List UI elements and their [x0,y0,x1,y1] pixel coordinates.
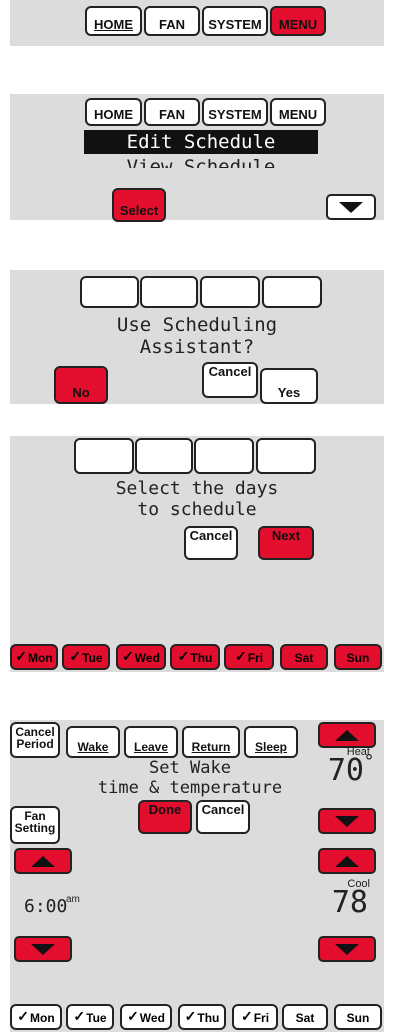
system-button[interactable]: SYSTEM [202,6,268,36]
day-mon[interactable]: ✓ Mon [10,1004,62,1030]
select-days-panel: Select the days to schedule Cancel Next … [10,436,384,672]
day-mon[interactable]: ✓ Mon [10,644,58,670]
heat-setpoint: 70 [327,753,364,788]
next-button[interactable]: Next [258,526,314,560]
period-slot-1 [80,276,139,308]
prompt-line-2: to schedule [137,499,257,520]
day-sat[interactable]: Sat [280,644,328,670]
period-slot-3 [194,438,254,474]
day-thu[interactable]: ✓ Thu [178,1004,226,1030]
no-button[interactable]: No [54,366,108,404]
day-tue[interactable]: ✓ Tue [66,1004,114,1030]
down-arrow-icon [335,943,359,955]
day-wed[interactable]: ✓ Wed [116,644,166,670]
period-slot-2 [140,276,198,308]
yes-button[interactable]: Yes [260,368,318,404]
up-arrow-icon [31,855,55,867]
period-slot-2 [135,438,193,474]
period-slot-3 [200,276,260,308]
menu-item-view-schedule[interactable]: View Schedule [84,156,318,168]
period-slot-4 [256,438,316,474]
system-button[interactable]: SYSTEM [202,98,268,126]
fan-button[interactable]: FAN [144,98,200,126]
select-button[interactable]: Select [112,188,166,222]
edit-schedule-panel: HOME FAN SYSTEM MENU Edit Schedule View … [10,94,384,222]
cool-setpoint: 78 [331,885,368,920]
day-selector-row: ✓ Mon ✓ Tue ✓ Wed ✓ Thu ✓ Fri Sat Sun [10,644,384,670]
down-arrow-icon [335,815,359,827]
up-arrow-icon [335,729,359,741]
time-up-button[interactable] [14,848,72,874]
day-sun[interactable]: Sun [334,1004,382,1030]
cool-up-button[interactable] [318,848,376,874]
cool-down-button[interactable] [318,936,376,962]
menu-button[interactable]: MENU [270,98,326,126]
home-button[interactable]: HOME [85,98,142,126]
day-sun[interactable]: Sun [334,644,382,670]
day-thu[interactable]: ✓ Thu [170,644,220,670]
cancel-button[interactable]: Cancel [196,800,250,834]
time-value: 6:00 [24,896,68,917]
menu-nav-panel: HOME FAN SYSTEM MENU [10,0,384,46]
selected-menu-item[interactable]: Edit Schedule [84,130,318,154]
down-arrow-icon [31,943,55,955]
scroll-down-button[interactable] [326,194,376,220]
prompt-line-2: time & temperature [97,778,283,798]
time-ampm: am [66,894,80,905]
prompt-line-1: Set Wake [149,758,231,778]
fan-button[interactable]: FAN [144,6,200,36]
down-arrow-icon [339,201,363,213]
time-down-button[interactable] [14,936,72,962]
period-leave[interactable]: Leave [124,726,178,758]
heat-up-button[interactable] [318,722,376,748]
prompt-line-1: Use Scheduling [116,314,278,336]
period-slot-4 [262,276,322,308]
degree-symbol: ° [363,751,375,772]
heat-down-button[interactable] [318,808,376,834]
set-wake-panel: Cancel Period Wake Leave Return Sleep Hea… [10,720,384,1032]
period-slot-1 [74,438,134,474]
day-fri[interactable]: ✓ Fri [224,644,274,670]
done-button[interactable]: Done [138,800,192,834]
cancel-button[interactable]: Cancel [202,362,258,398]
up-arrow-icon [335,855,359,867]
cancel-period-button[interactable]: Cancel Period [10,722,60,758]
day-fri[interactable]: ✓ Fri [232,1004,278,1030]
day-sat[interactable]: Sat [282,1004,328,1030]
day-tue[interactable]: ✓ Tue [62,644,110,670]
prompt-line-1: Select the days [115,478,279,499]
prompt-line-2: Assistant? [139,336,255,358]
period-return[interactable]: Return [182,726,240,758]
cancel-button[interactable]: Cancel [184,526,238,560]
day-selector-row: ✓ Mon ✓ Tue ✓ Wed ✓ Thu ✓ Fri Sat Sun [10,1004,384,1030]
day-wed[interactable]: ✓ Wed [120,1004,172,1030]
home-button[interactable]: HOME [85,6,142,36]
scheduling-assistant-panel: Use Scheduling Assistant? No Cancel Yes [10,270,384,404]
period-wake[interactable]: Wake [66,726,120,758]
fan-setting-button[interactable]: Fan Setting [10,806,60,844]
period-sleep[interactable]: Sleep [244,726,298,758]
menu-button[interactable]: MENU [270,6,326,36]
